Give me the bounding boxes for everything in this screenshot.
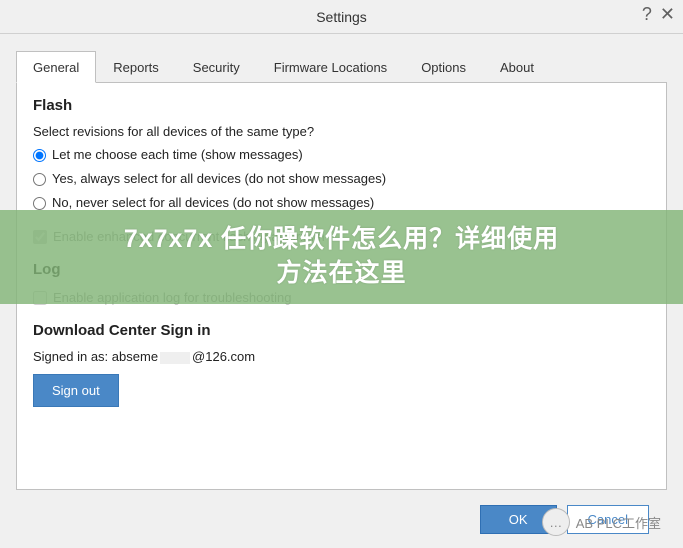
radio-label: Let me choose each time (show messages) — [52, 145, 303, 165]
radio-label: No, never select for all devices (do not… — [52, 193, 374, 213]
signed-prefix: Signed in as: — [33, 349, 108, 364]
client-area: General Reports Security Firmware Locati… — [0, 34, 683, 548]
sign-out-button[interactable]: Sign out — [33, 374, 119, 407]
tab-about[interactable]: About — [483, 51, 551, 83]
check-enhanced-flashing-input[interactable] — [33, 230, 47, 244]
close-icon[interactable]: ✕ — [660, 4, 675, 25]
ok-button[interactable]: OK — [480, 505, 557, 534]
window-title: Settings — [0, 9, 683, 25]
tabstrip: General Reports Security Firmware Locati… — [16, 50, 667, 83]
signed-user: abseme — [112, 349, 158, 364]
tab-security[interactable]: Security — [176, 51, 257, 83]
tab-firmware-locations[interactable]: Firmware Locations — [257, 51, 404, 83]
radio-choose-each-time[interactable]: Let me choose each time (show messages) — [33, 145, 650, 165]
signed-in-as: Signed in as: abseme @126.com — [33, 349, 650, 364]
window-controls: ? ✕ — [642, 4, 675, 25]
tab-general[interactable]: General — [16, 51, 96, 83]
signed-domain: @126.com — [192, 349, 255, 364]
redacted-block — [160, 352, 190, 364]
flash-heading: Flash — [33, 97, 650, 114]
help-icon[interactable]: ? — [642, 4, 652, 25]
tab-options[interactable]: Options — [404, 51, 483, 83]
tabpage-general: Flash Select revisions for all devices o… — [16, 83, 667, 490]
settings-window: Settings ? ✕ General Reports Security Fi… — [0, 0, 683, 548]
radio-yes-all-input[interactable] — [33, 173, 46, 186]
titlebar: Settings ? ✕ — [0, 0, 683, 34]
dialog-footer: OK Cancel — [16, 490, 667, 548]
flash-question: Select revisions for all devices of the … — [33, 124, 650, 139]
radio-yes-all[interactable]: Yes, always select for all devices (do n… — [33, 169, 650, 189]
log-heading: Log — [33, 261, 650, 278]
radio-choose-each-time-input[interactable] — [33, 149, 46, 162]
check-label: Enable enhanced concurrent flashing algo… — [53, 227, 325, 247]
check-app-log-input[interactable] — [33, 291, 47, 305]
check-enhanced-flashing[interactable]: Enable enhanced concurrent flashing algo… — [33, 227, 650, 247]
cancel-button[interactable]: Cancel — [567, 505, 649, 534]
radio-label: Yes, always select for all devices (do n… — [52, 169, 386, 189]
check-app-log[interactable]: Enable application log for troubleshooti… — [33, 288, 650, 308]
check-label: Enable application log for troubleshooti… — [53, 288, 292, 308]
radio-no-all-input[interactable] — [33, 197, 46, 210]
tab-reports[interactable]: Reports — [96, 51, 176, 83]
dc-heading: Download Center Sign in — [33, 322, 650, 339]
radio-no-all[interactable]: No, never select for all devices (do not… — [33, 193, 650, 213]
